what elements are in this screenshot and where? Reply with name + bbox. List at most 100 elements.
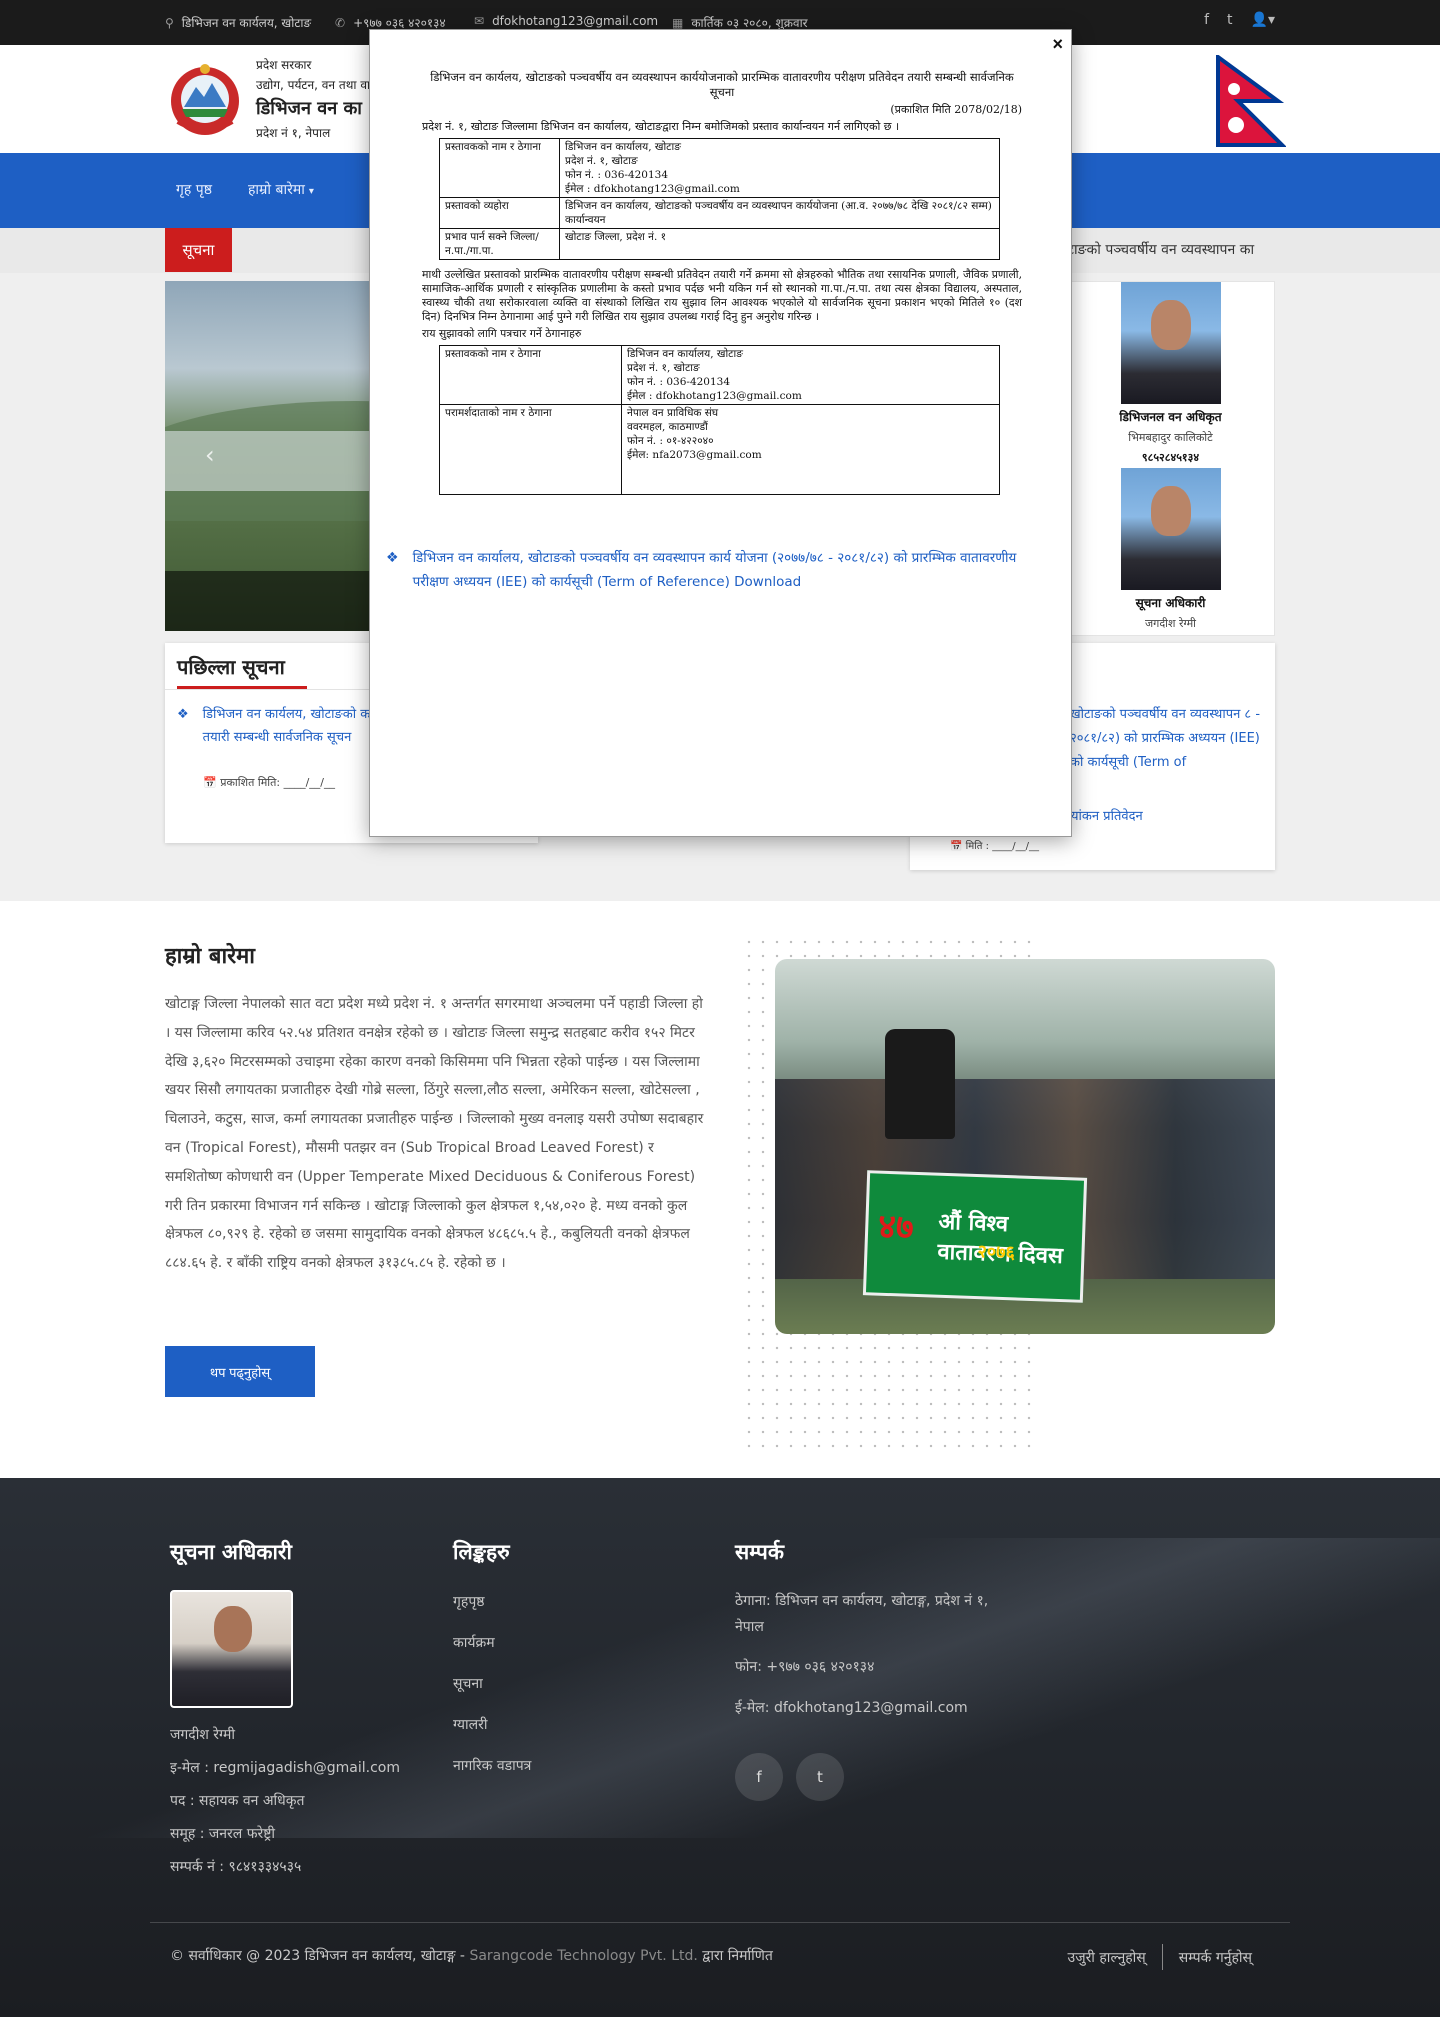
proposal-table: प्रस्तावकको नाम र ठेगाना डिभिजन वन कार्य… [439, 138, 1000, 260]
link-separator [1161, 1944, 1163, 1970]
table-cell-label: प्रस्तावकको नाम र ठेगाना [439, 345, 622, 405]
table-cell-label: प्रभाव पार्न सक्ने जिल्ला/न.पा./गा.पा. [439, 228, 560, 260]
table-cell-value: नेपाल वन प्राविधिक संघ ववरमहल, काठमाण्डौ… [621, 404, 1000, 495]
office-name: डिभिजन वन का [256, 98, 362, 119]
about-text: खोटाङ्ग जिल्ला नेपालको सात वटा प्रदेश मध… [165, 996, 704, 1272]
envelope-icon: ✉ [474, 14, 485, 28]
phone-icon: ✆ [335, 15, 346, 30]
topbar-email[interactable]: ✉ dfokhotang123@gmail.com [474, 14, 658, 28]
table-cell-line: ईमेल : dfokhotang123@gmail.com [565, 183, 740, 195]
read-more-button[interactable]: थप पढ्नुहोस् [165, 1346, 315, 1397]
facebook-icon[interactable]: f [1204, 12, 1209, 28]
footer-facebook-icon[interactable]: f [735, 1753, 783, 1801]
twitter-icon[interactable]: t [1227, 12, 1233, 28]
topbar-social: f t 👤▾ [1204, 12, 1275, 28]
footer-officer-contact: सम्पर्क नं : ९८४१३३४५३५ [170, 1859, 302, 1875]
slider-prev-arrow-icon[interactable]: ‹ [205, 441, 215, 469]
footer-link-gallery[interactable]: ग्यालरी [453, 1715, 488, 1734]
user-menu-icon[interactable]: 👤▾ [1251, 12, 1275, 28]
banner-line-2: २०७६ [977, 1241, 1016, 1264]
official-photo-2 [1120, 468, 1221, 590]
diamond-bullet-icon: ❖ [386, 550, 399, 566]
table-cell-value: डिभिजन वन कार्यालय, खोटाङको पञ्चवर्षीय व… [559, 197, 1000, 229]
calendar-icon: ▦ [672, 15, 684, 30]
topbar-email-text: dfokhotang123@gmail.com [492, 14, 659, 28]
table-row: प्रस्तावकको नाम र ठेगाना डिभिजन वन कार्य… [439, 345, 1000, 405]
side-notice-text-2[interactable]: ल्यांकन प्रतिवेदन [1065, 806, 1143, 824]
table-cell-line: डिभिजन वन कार्यालय, खोटाङ [627, 348, 743, 360]
official-name-1: भिमबहादुर कालिकोटे [1128, 431, 1213, 444]
table-cell-label: प्रस्तावको व्यहोरा [439, 197, 560, 229]
nav-about[interactable]: हाम्रो बारेमा ▾ [248, 180, 314, 199]
gov-line-1: प्रदेश सरकार [256, 58, 312, 72]
doc-address-heading: राय सुझावको लागि पत्रचार गर्ने ठेगानाहरु [422, 327, 582, 340]
complaint-link[interactable]: उजुरी हाल्नुहोस् [1068, 1948, 1146, 1967]
banner-number: ४७ [877, 1206, 915, 1248]
map-marker-icon: ⚲ [165, 15, 174, 30]
table-cell-line: डिभिजन वन कार्यालय, खोटाङ [565, 141, 681, 153]
about-group-photo: ४७ औं विश्व वातावरण दिवस २०७६ [775, 959, 1275, 1334]
about-title: हाम्रो बारेमा [165, 944, 256, 969]
table-cell-line: ईमेल : dfokhotang123@gmail.com [627, 390, 802, 402]
footer-phone: फोन: +९७७ ०३६ ४२०१३४ [735, 1659, 875, 1675]
notice-date: 📅 प्रकाशित मिति: ____/__/__ [203, 776, 336, 789]
contact-us-link[interactable]: सम्पर्क गर्नुहोस् [1179, 1948, 1252, 1967]
table-cell-value: डिभिजन वन कार्यालय, खोटाङ प्रदेश नं. १, … [621, 345, 1000, 405]
official-name-2: जगदीश रेग्मी [1144, 617, 1197, 630]
nepal-emblem-icon[interactable] [164, 63, 246, 139]
doc-intro: प्रदेश नं. १, खोटाङ जिल्लामा डिभिजन वन क… [422, 120, 900, 133]
table-cell-value: डिभिजन वन कार्यालय, खोटाङ प्रदेश नं. १, … [559, 138, 1000, 198]
footer-divider [150, 1922, 1290, 1923]
footer-officer-post: पद : सहायक वन अधिकृत [170, 1793, 305, 1809]
table-cell-line: ईमेल: nfa2073@gmail.com [627, 449, 762, 461]
footer-email: ई-मेल: dfokhotang123@gmail.com [735, 1700, 968, 1716]
footer-link-notices[interactable]: सूचना [453, 1674, 483, 1693]
gov-line-2: उद्योग, पर्यटन, वन तथा वा [256, 78, 371, 92]
footer-officer-name: जगदीश रेग्मी [170, 1727, 235, 1743]
footer-links-title: लिङ्कहरु [453, 1540, 510, 1564]
doc-paragraph: माथी उल्लेखित प्रस्तावको प्रारम्भिक वाता… [422, 268, 1022, 323]
footer-link-citizen-charter[interactable]: नागरिक वडापत्र [453, 1756, 531, 1775]
previous-notices-title: पछिल्ला सूचना [177, 655, 285, 679]
footer-link-home[interactable]: गृहपृष्ठ [453, 1592, 485, 1611]
footer-link-programs[interactable]: कार्यक्रम [453, 1633, 495, 1652]
topbar-location-text: डिभिजन वन कार्यलय, खोटाङ [181, 16, 312, 30]
official-photo-1 [1120, 282, 1221, 404]
notice-modal: × डिभिजन वन कार्यलय, खोटाङको पञ्चवर्षीय … [369, 29, 1072, 837]
chevron-down-icon: ▾ [308, 186, 314, 197]
table-row: प्रस्तावको व्यहोरा डिभिजन वन कार्यालय, ख… [439, 197, 1000, 229]
footer-twitter-icon[interactable]: t [796, 1753, 844, 1801]
developer-link[interactable]: Sarangcode Technology Pvt. Ltd. [469, 1948, 697, 1964]
ticker-text[interactable]: ोटाङको पञ्चवर्षीय वन व्यवस्थापन का [1055, 240, 1275, 259]
table-cell-label: प्रस्तावकको नाम र ठेगाना [439, 138, 560, 198]
copyright-suffix: द्वारा निर्माणित [702, 1948, 773, 1964]
table-cell-line: ववरमहल, काठमाण्डौं [627, 421, 708, 433]
government-title: प्रदेश सरकार उद्योग, पर्यटन, वन तथा वा ड… [256, 55, 370, 143]
table-row: प्रभाव पार्न सक्ने जिल्ला/न.पा./गा.पा. ख… [439, 228, 1000, 260]
site-footer: सूचना अधिकारी जगदीश रेग्मी इ-मेल : regmi… [0, 1478, 1440, 2017]
side-notice-date: 📅 मिति : ____/__/__ [950, 841, 1039, 852]
table-cell-line: प्रदेश नं. १, खोटाङ [565, 155, 638, 167]
table-cell-line: फोन नं. : ०१-४२२०४० [627, 435, 714, 447]
table-cell-line: फोन नं. : 036-420134 [565, 169, 669, 181]
ticker-label: सूचना [165, 228, 232, 272]
topbar-location: ⚲ डिभिजन वन कार्यलय, खोटाङ [165, 14, 311, 31]
photo-banner: ४७ औं विश्व वातावरण दिवस २०७६ [862, 1170, 1088, 1303]
footer-info-officer-title: सूचना अधिकारी [170, 1540, 292, 1564]
footer-contact-title: सम्पर्क [735, 1540, 784, 1564]
photo-water-tank [885, 1029, 955, 1139]
doc-title: डिभिजन वन कार्यलय, खोटाङको पञ्चवर्षीय वन… [430, 70, 1014, 99]
side-notice-text[interactable]: खोटाङको पञ्चवर्षीय वन व्यवस्थापन ८ - २०८… [1070, 703, 1270, 775]
nav-home[interactable]: गृह पृष्ठ [176, 180, 212, 199]
modal-close-button[interactable]: × [1052, 34, 1063, 55]
copyright-prefix: © सर्वाधिकार @ 2023 डिभिजन वन कार्यलय, ख… [170, 1948, 465, 1964]
table-cell-value: खोटाङ जिल्ला, प्रदेश नं. १ [559, 228, 1000, 260]
nepal-flag-icon [1216, 55, 1286, 147]
footer-address: ठेगाना: डिभिजन वन कार्यलय, खोटाङ्ग, प्रद… [735, 1593, 989, 1635]
doc-published-date: (प्रकाशित मिति 2078/02/18) [890, 103, 1022, 116]
tor-download-link[interactable]: ❖ डिभिजन वन कार्यालय, खोटाङको पञ्चवर्षीय… [386, 546, 1056, 594]
officials-card: डिभिजनल वन अधिकृत भिमबहादुर कालिकोटे ९८५… [1065, 281, 1275, 636]
official-card-2: सूचना अधिकारी जगदीश रेग्मी [1093, 468, 1248, 631]
table-cell-line: नेपाल वन प्राविधिक संघ [627, 407, 719, 419]
tor-download-text: डिभिजन वन कार्यालय, खोटाङको पञ्चवर्षीय व… [412, 550, 1017, 590]
